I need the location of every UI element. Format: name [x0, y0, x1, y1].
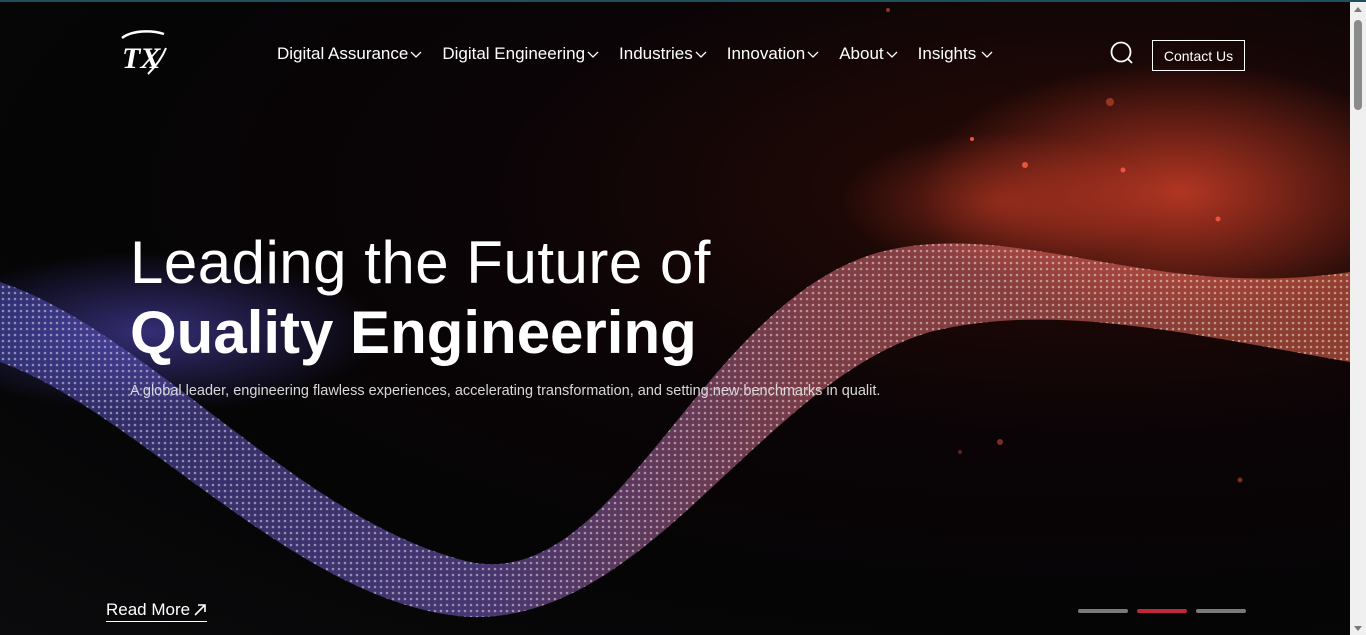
contact-us-button[interactable]: Contact Us	[1152, 40, 1245, 71]
svg-text:TX: TX	[122, 42, 161, 75]
chevron-down-icon	[807, 51, 819, 58]
nav-label: About	[839, 44, 884, 63]
chevron-down-icon	[981, 51, 993, 58]
nav-label: Digital Assurance	[277, 44, 409, 63]
read-more-label: Read More	[106, 600, 191, 619]
search-icon[interactable]	[1108, 40, 1134, 66]
nav-innovation[interactable]: Innovation	[727, 44, 819, 64]
chevron-down-icon	[695, 51, 707, 58]
chevron-down-icon	[886, 51, 898, 58]
hero-subtitle: A global leader, engineering flawless ex…	[130, 383, 881, 399]
scroll-up-arrow[interactable]	[1354, 7, 1362, 12]
scrollbar[interactable]	[1350, 2, 1366, 635]
carousel-dot-1[interactable]	[1078, 609, 1128, 613]
chevron-down-icon	[587, 51, 599, 58]
carousel-indicators	[1078, 609, 1246, 613]
carousel-dot-2[interactable]	[1137, 609, 1187, 613]
nav-label: Industries	[619, 44, 693, 63]
hero-heading-line2: Quality Engineering	[130, 299, 697, 366]
scrollbar-thumb[interactable]	[1354, 20, 1362, 110]
page: TX Digital Assurance Digital Engineering…	[0, 0, 1366, 635]
nav-label: Digital Engineering	[442, 44, 586, 63]
nav-industries[interactable]: Industries	[619, 44, 707, 64]
nav-digital-assurance[interactable]: Digital Assurance	[277, 44, 422, 64]
nav-insights[interactable]: Insights	[918, 44, 994, 64]
arrow-up-right-icon	[194, 604, 206, 616]
nav-digital-engineering[interactable]: Digital Engineering	[442, 44, 599, 64]
nav-label: Insights	[917, 44, 977, 63]
chevron-down-icon	[410, 51, 422, 58]
nav-about[interactable]: About	[839, 44, 898, 64]
carousel-dot-3[interactable]	[1196, 609, 1246, 613]
scroll-down-arrow[interactable]	[1354, 626, 1362, 631]
site-header: TX Digital Assurance Digital Engineering…	[0, 2, 1350, 102]
hero-heading: Leading the Future of Quality Engineerin…	[130, 230, 711, 370]
nav-label: Innovation	[726, 44, 806, 63]
hero-heading-line1: Leading the Future of	[130, 229, 711, 296]
main-nav: Digital Assurance Digital Engineering In…	[277, 44, 1013, 64]
company-logo[interactable]: TX	[112, 28, 168, 78]
read-more-link[interactable]: Read More	[106, 600, 208, 622]
